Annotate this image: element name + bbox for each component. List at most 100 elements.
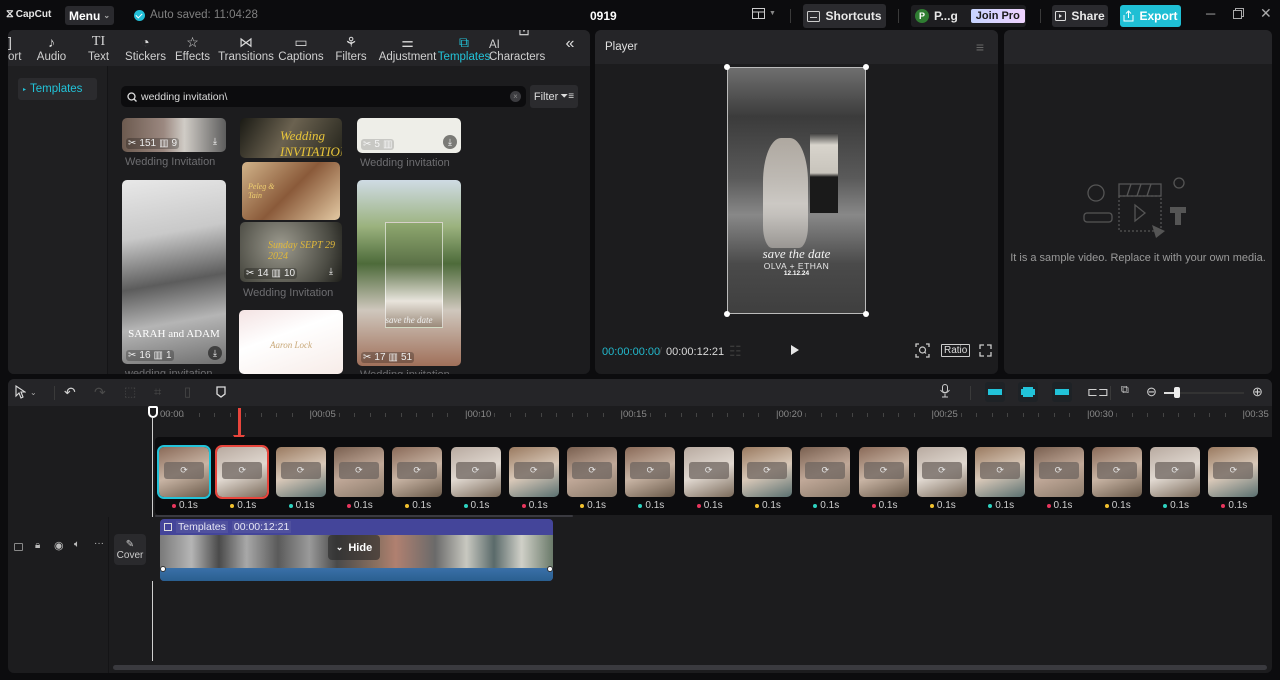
tab-captions[interactable]: ▭ Captions: [276, 30, 326, 66]
template-card[interactable]: ✂ 5 ▥ ⤓: [357, 118, 461, 153]
scene-thumbnail[interactable]: ⟳: [742, 447, 792, 497]
scene-thumbnail[interactable]: ⟳: [1208, 447, 1259, 497]
select-tool-button[interactable]: ⌄: [15, 385, 37, 399]
thumbnail-scrollbar[interactable]: [155, 515, 573, 517]
mute-track-button[interactable]: 🔈︎: [74, 539, 80, 550]
template-card[interactable]: Sunday SEPT 29 2024 ✂ 14 ▥ 10 ⤓: [240, 222, 342, 282]
search-input[interactable]: wedding invitation\ ×: [121, 86, 526, 107]
crop-button[interactable]: ⌗: [154, 384, 161, 400]
close-button[interactable]: ✕: [1260, 5, 1272, 22]
collapse-panel-button[interactable]: «: [559, 30, 581, 66]
replace-icon[interactable]: ⟳: [222, 462, 263, 479]
shortcuts-button[interactable]: Shortcuts: [803, 4, 886, 28]
replace-icon[interactable]: ⟳: [338, 462, 379, 479]
template-card[interactable]: Peleg & Tain: [242, 162, 340, 220]
zoom-fit-button[interactable]: [915, 343, 930, 361]
tab-effects[interactable]: ☆ Effects: [169, 30, 216, 66]
scene-thumbnail[interactable]: ⟳: [157, 445, 211, 499]
scene-thumbnail[interactable]: ⟳: [1091, 447, 1142, 497]
project-title[interactable]: 0919: [590, 9, 617, 23]
replace-icon[interactable]: ⟳: [164, 462, 204, 479]
replace-icon[interactable]: ⟳: [980, 462, 1021, 479]
scene-thumbnail[interactable]: ⟳: [800, 447, 851, 497]
clear-search-button[interactable]: ×: [510, 91, 521, 102]
video-preview[interactable]: save the date OLVA + ETHAN 12.12.24: [727, 67, 866, 314]
scene-thumbnail[interactable]: ⟳: [450, 447, 501, 497]
resize-handle[interactable]: [724, 311, 730, 317]
timeline-zoom-slider[interactable]: [1164, 387, 1244, 398]
export-button[interactable]: Export: [1120, 5, 1181, 27]
replace-icon[interactable]: ⟳: [921, 462, 962, 479]
scene-thumbnail[interactable]: ⟳: [858, 447, 909, 497]
playhead-handle[interactable]: [148, 406, 158, 418]
replace-icon[interactable]: ⟳: [688, 462, 729, 479]
download-button[interactable]: ⤓: [208, 134, 222, 148]
tab-text[interactable]: TI Text: [75, 30, 122, 66]
slider-handle[interactable]: [1174, 387, 1180, 398]
replace-icon[interactable]: ⟳: [747, 462, 787, 479]
clip-trim-handle-left[interactable]: [160, 566, 166, 572]
replace-icon[interactable]: ⟳: [1096, 462, 1137, 479]
filter-button[interactable]: Filter ⏷≡: [530, 85, 578, 108]
tab-filters[interactable]: ⚘ Filters: [326, 30, 376, 66]
scene-thumbnail[interactable]: ⟳: [683, 447, 734, 497]
linkage-button[interactable]: [1052, 382, 1072, 402]
layout-button[interactable]: ▼: [752, 8, 776, 19]
template-card[interactable]: Aaron Lock: [239, 310, 343, 374]
replace-icon[interactable]: ⟳: [630, 462, 671, 479]
replace-icon[interactable]: ⟳: [513, 462, 554, 479]
template-clip[interactable]: Templates 00:00:12:21 ⌄ Hide: [160, 519, 553, 581]
tab-audio[interactable]: ♪ Audio: [28, 30, 75, 66]
tab-templates[interactable]: ⧉ Templates: [438, 30, 490, 66]
timeline-ruler[interactable]: 00:00|00:05|00:10|00:15|00:20|00:25|00:3…: [8, 406, 1272, 426]
avatar[interactable]: P: [915, 9, 929, 23]
template-card[interactable]: save the date ✂ 17 ▥ 51: [357, 180, 461, 366]
replace-icon[interactable]: ⟳: [397, 462, 438, 479]
ratio-button[interactable]: Ratio: [941, 344, 971, 357]
cover-button[interactable]: ✎ Cover: [114, 534, 146, 565]
tab-adjustment[interactable]: ⚌ Adjustment: [376, 30, 439, 66]
hide-track-button[interactable]: ◉: [54, 539, 64, 552]
join-pro-button[interactable]: Join Pro: [970, 9, 1025, 23]
player-menu-button[interactable]: ≡: [976, 39, 984, 55]
scene-thumbnail[interactable]: ⟳: [625, 447, 676, 497]
marker-button[interactable]: [216, 386, 226, 398]
resize-handle[interactable]: [724, 64, 730, 70]
record-audio-button[interactable]: [940, 384, 950, 398]
share-button[interactable]: Share: [1052, 5, 1108, 27]
scene-thumbnail[interactable]: ⟳: [215, 445, 270, 499]
scene-thumbnail[interactable]: ⟳: [508, 447, 559, 497]
split-button[interactable]: ⬚: [124, 384, 136, 400]
replace-icon[interactable]: ⟳: [280, 462, 321, 479]
tab-import[interactable]: ] ort: [8, 30, 28, 66]
download-button[interactable]: ⤓: [208, 346, 222, 360]
template-card[interactable]: ✂ 151 ▥ 9 ⤓: [122, 118, 226, 152]
scene-thumbnail[interactable]: ⟳: [975, 447, 1026, 497]
clip-trim-handle-right[interactable]: [547, 566, 553, 572]
sidebar-item-templates[interactable]: ▸ Templates: [18, 78, 97, 100]
resize-handle[interactable]: [863, 311, 869, 317]
resize-handle[interactable]: [863, 64, 869, 70]
redo-button[interactable]: ↷: [94, 384, 106, 401]
replace-icon[interactable]: ⟳: [572, 462, 613, 479]
lock-track-button[interactable]: 🔒︎: [35, 540, 40, 551]
zoom-to-fit-button[interactable]: ⧉: [1121, 384, 1129, 397]
zoom-in-button[interactable]: ⊕: [1252, 384, 1263, 400]
template-card[interactable]: Wedding INVITATION: [240, 118, 342, 158]
download-button[interactable]: ⤓: [443, 135, 457, 149]
auto-snap-button[interactable]: [1018, 382, 1038, 402]
scene-thumbnail[interactable]: ⟳: [275, 447, 326, 497]
user-name[interactable]: P...g: [934, 9, 958, 23]
track-more-button[interactable]: ···: [94, 538, 104, 549]
play-button[interactable]: [790, 344, 800, 359]
replace-icon[interactable]: ⟳: [1038, 462, 1079, 479]
replace-icon[interactable]: ⟳: [1213, 462, 1254, 479]
scene-thumbnail[interactable]: ⟳: [567, 447, 618, 497]
replace-icon[interactable]: ⟳: [863, 462, 904, 479]
menu-button[interactable]: Menu ⌄: [65, 6, 114, 25]
scene-thumbnail[interactable]: ⟳: [333, 447, 384, 497]
download-button[interactable]: ⤓: [324, 264, 338, 278]
main-track-magnet-button[interactable]: [985, 382, 1005, 402]
replace-icon[interactable]: ⟳: [1155, 462, 1196, 479]
hide-button[interactable]: ⌄ Hide: [328, 535, 380, 560]
